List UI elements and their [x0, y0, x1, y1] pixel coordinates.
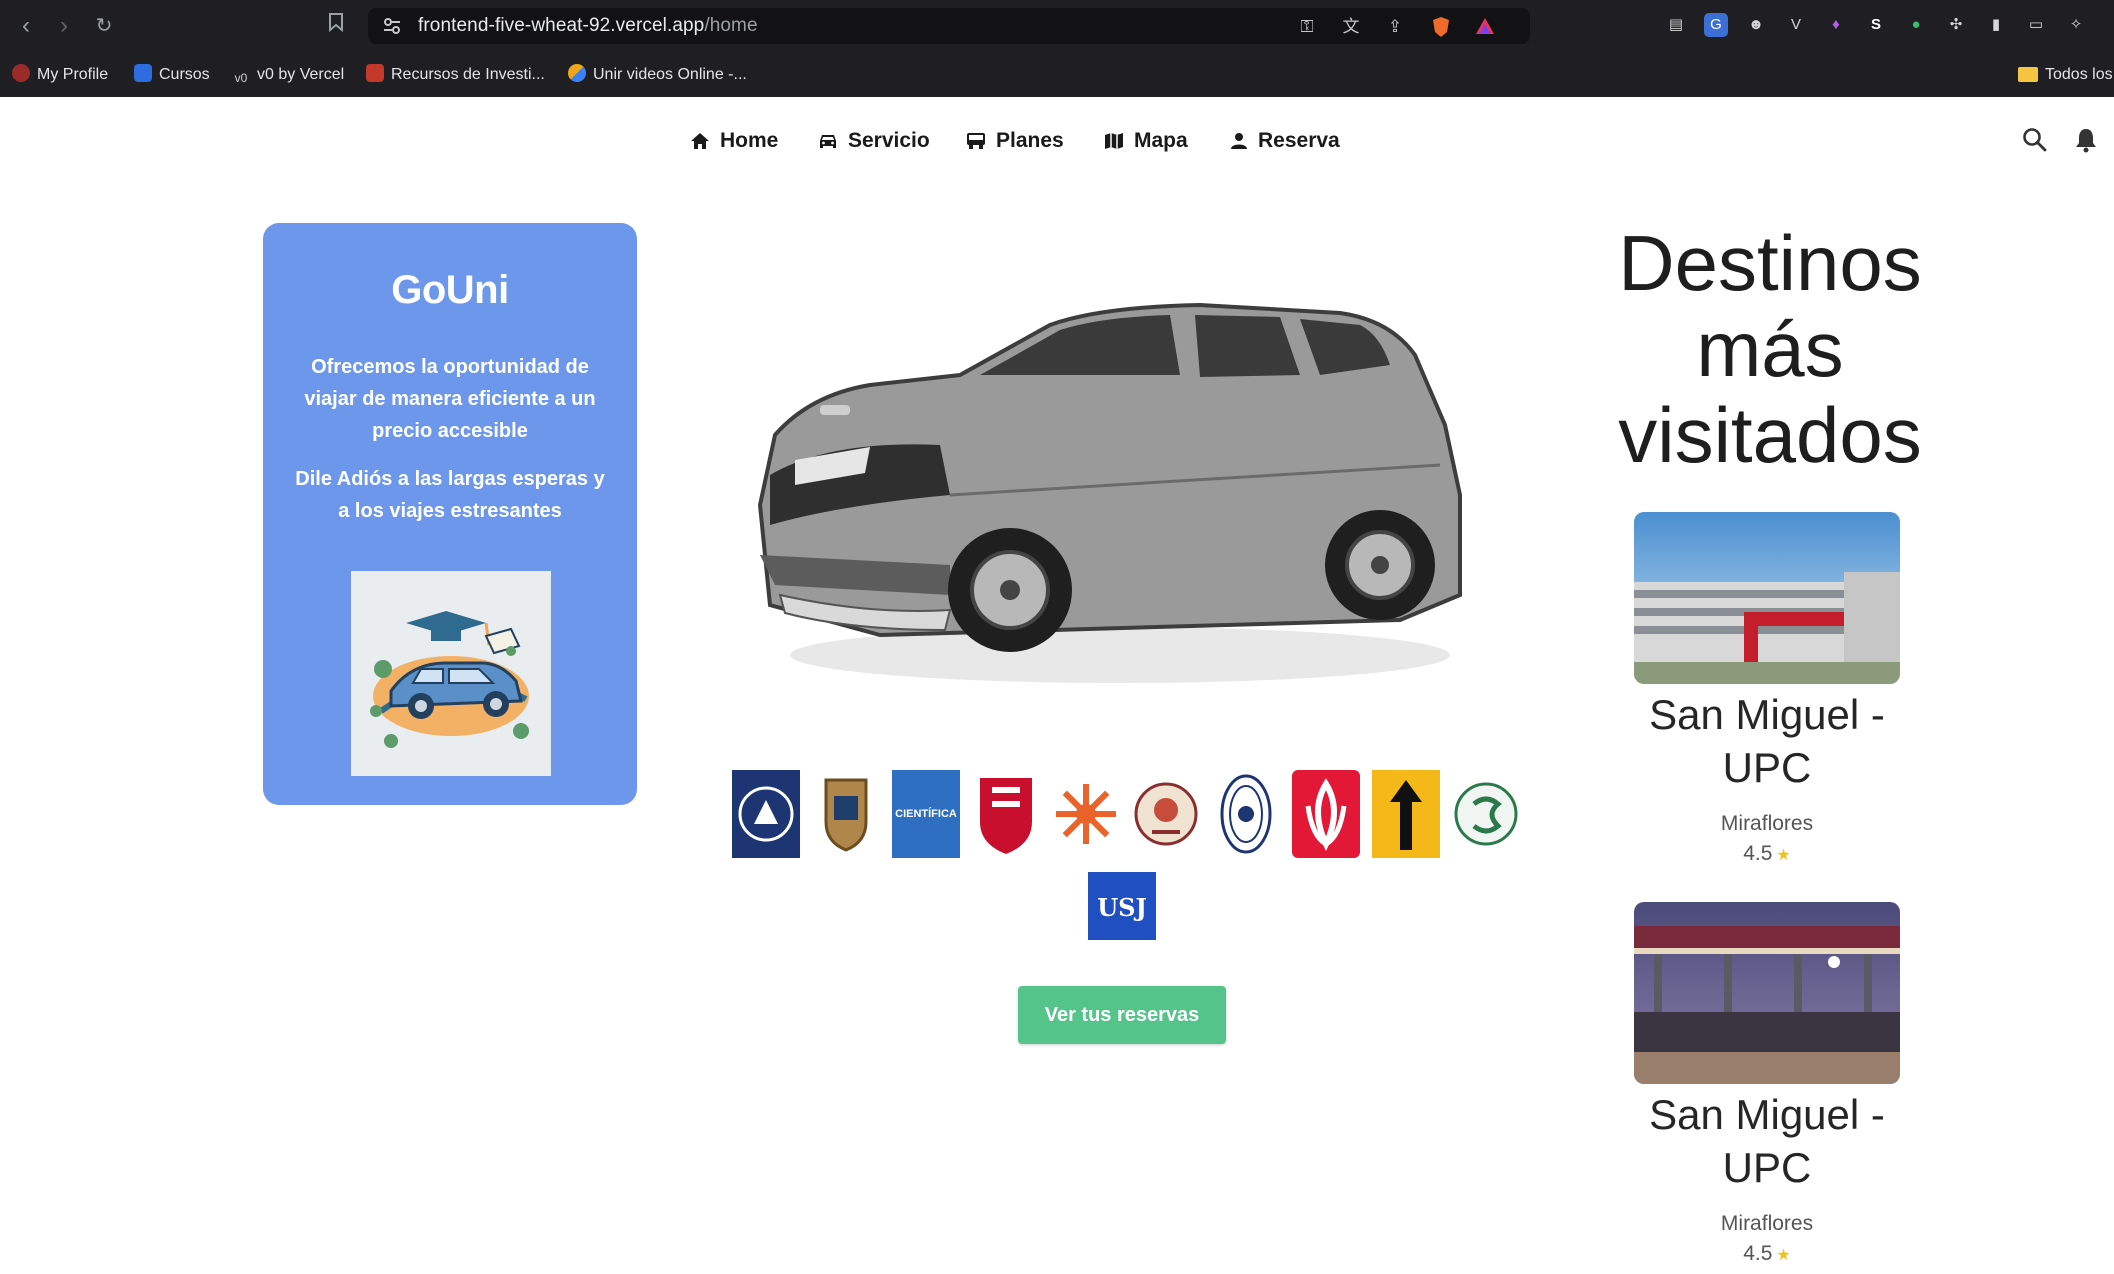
hero-car-image [700, 235, 1540, 735]
translate-icon[interactable]: 文 [1340, 16, 1362, 38]
star-icon: ★ [1776, 847, 1791, 864]
nav-home[interactable]: Home [690, 127, 778, 155]
destination-rating: 4.5 ★ [1634, 842, 1900, 866]
university-logo[interactable] [812, 770, 880, 858]
bookmark-favicon [568, 64, 586, 82]
destination-photo [1634, 512, 1900, 684]
university-logo[interactable] [732, 770, 800, 858]
extension-doc-icon[interactable]: ▤ [1664, 13, 1688, 37]
search-icon[interactable] [2022, 127, 2048, 153]
bookmark-folder-all[interactable]: Todos los [2018, 62, 2113, 88]
bookmark-favicon [12, 64, 30, 82]
bookmark-favicon [134, 64, 152, 82]
bookmark-v0-vercel[interactable]: v0 v0 by Vercel [232, 62, 344, 88]
home-icon [691, 133, 709, 149]
extension-s-icon[interactable]: S [1864, 13, 1888, 37]
bookmark-recursos[interactable]: Recursos de Investi... [366, 62, 545, 88]
brave-shield-icon[interactable] [1430, 16, 1452, 38]
university-logo[interactable]: USJ [1088, 872, 1156, 940]
destination-location: Miraflores [1720, 1212, 1814, 1235]
card-tagline: Dile Adiós a las largas esperas y a los … [295, 468, 605, 522]
site-settings-icon[interactable] [382, 16, 402, 36]
extension-green-icon[interactable]: ● [1904, 13, 1928, 37]
sidebar-toggle-icon[interactable]: ▮ [1984, 13, 2008, 37]
address-bar[interactable]: frontend-five-wheat-92.vercel.app/home ⚿… [368, 8, 1530, 44]
brave-rewards-icon[interactable] [1474, 16, 1496, 38]
browser-toolbar: ‹ › ↻ frontend-five-wheat-92.vercel.app/… [0, 0, 2114, 52]
destination-name: San Miguel - UPC [1649, 691, 1885, 791]
destinations-title: Destinos más visitados [1618, 219, 1922, 479]
card-title: GoUni [391, 268, 509, 312]
browser-chrome: ‹ › ↻ frontend-five-wheat-92.vercel.app/… [0, 0, 2114, 97]
university-logo[interactable] [1292, 770, 1360, 858]
bookmark-my-profile[interactable]: My Profile [12, 62, 108, 88]
bookmark-label: Todos los [2045, 66, 2113, 83]
destination-name: San Miguel - UPC [1649, 1091, 1885, 1191]
extension-translate-icon[interactable]: G [1704, 13, 1728, 37]
bookmark-cursos[interactable]: Cursos [134, 62, 210, 88]
nav-mapa[interactable]: Mapa [1104, 127, 1188, 155]
site-navbar: Home Servicio Planes Mapa Reserva [0, 97, 2114, 185]
folder-icon [2018, 67, 2038, 82]
nav-label: Mapa [1134, 129, 1188, 152]
destination-photo [1634, 902, 1900, 1084]
bookmark-label: My Profile [37, 66, 109, 83]
university-logo[interactable]: CIENTÍFICA [892, 770, 960, 858]
extensions-puzzle-icon[interactable]: ✣ [1944, 13, 1968, 37]
card-description: Ofrecemos la oportunidad de viajar de ma… [304, 356, 596, 442]
bookmark-label: Unir videos Online -... [593, 66, 747, 83]
bookmark-label: Cursos [159, 66, 210, 83]
user-icon [1231, 133, 1247, 149]
university-logo[interactable] [1052, 770, 1120, 858]
destination-rating: 4.5 ★ [1634, 1242, 1900, 1266]
back-icon[interactable]: ‹ [12, 12, 40, 40]
university-logo[interactable] [1372, 770, 1440, 858]
university-logo[interactable] [1212, 770, 1280, 858]
rating-value: 4.5 [1743, 842, 1773, 865]
nav-reserva[interactable]: Reserva [1230, 127, 1340, 155]
view-reservations-button[interactable]: Ver tus reservas [1018, 986, 1226, 1044]
extension-ghost-icon[interactable]: ☻ [1744, 13, 1768, 37]
bookmark-favicon [366, 64, 384, 82]
svg-text:USJ: USJ [1097, 893, 1147, 922]
password-key-icon[interactable]: ⚿ [1296, 16, 1318, 38]
destination-card[interactable]: San Miguel - UPC Miraflores 4.5 ★ [1634, 512, 1900, 866]
nav-label: Reserva [1258, 129, 1340, 152]
bookmarks-bar: My Profile Cursos v0 v0 by Vercel Recurso… [0, 56, 2114, 94]
url-path: /home [704, 15, 758, 36]
rating-value: 4.5 [1743, 1242, 1773, 1265]
car-icon [820, 135, 836, 148]
nav-label: Home [720, 129, 779, 152]
nav-servicio[interactable]: Servicio [818, 127, 930, 155]
extension-pin-icon[interactable]: ♦ [1824, 13, 1848, 37]
star-icon: ★ [1776, 1247, 1791, 1264]
url-host: frontend-five-wheat-92.vercel.app [418, 15, 705, 36]
destination-card[interactable]: San Miguel - UPC Miraflores 4.5 ★ [1634, 902, 1900, 1266]
reload-icon[interactable]: ↻ [90, 12, 118, 40]
forward-icon[interactable]: › [50, 12, 78, 40]
url-text[interactable]: frontend-five-wheat-92.vercel.app/home [418, 15, 758, 37]
nav-label: Servicio [848, 129, 930, 152]
gouni-logo-image [351, 571, 551, 776]
university-logo[interactable] [1452, 770, 1520, 858]
bell-icon[interactable] [2074, 127, 2098, 153]
bookmark-unir-videos[interactable]: Unir videos Online -... [568, 62, 747, 88]
extension-v-icon[interactable]: V [1784, 13, 1808, 37]
bookmark-favicon: v0 [232, 69, 250, 87]
bookmark-icon[interactable] [322, 12, 350, 40]
map-icon [1105, 133, 1123, 149]
bookmark-label: v0 by Vercel [257, 66, 345, 83]
nav-label: Planes [996, 129, 1064, 152]
university-logo[interactable] [972, 770, 1040, 858]
destination-location: Miraflores [1720, 812, 1814, 835]
share-icon[interactable]: ⇪ [1384, 16, 1406, 38]
bookmark-label: Recursos de Investi... [391, 66, 545, 83]
wallet-icon[interactable]: ▭ [2024, 13, 2048, 37]
bus-icon [967, 133, 985, 149]
university-logo[interactable] [1132, 770, 1200, 858]
gouni-info-card: GoUni Ofrecemos la oportunidad de viajar… [263, 223, 637, 805]
nav-planes[interactable]: Planes [966, 127, 1064, 155]
leo-ai-icon[interactable]: ✧ [2064, 13, 2088, 37]
